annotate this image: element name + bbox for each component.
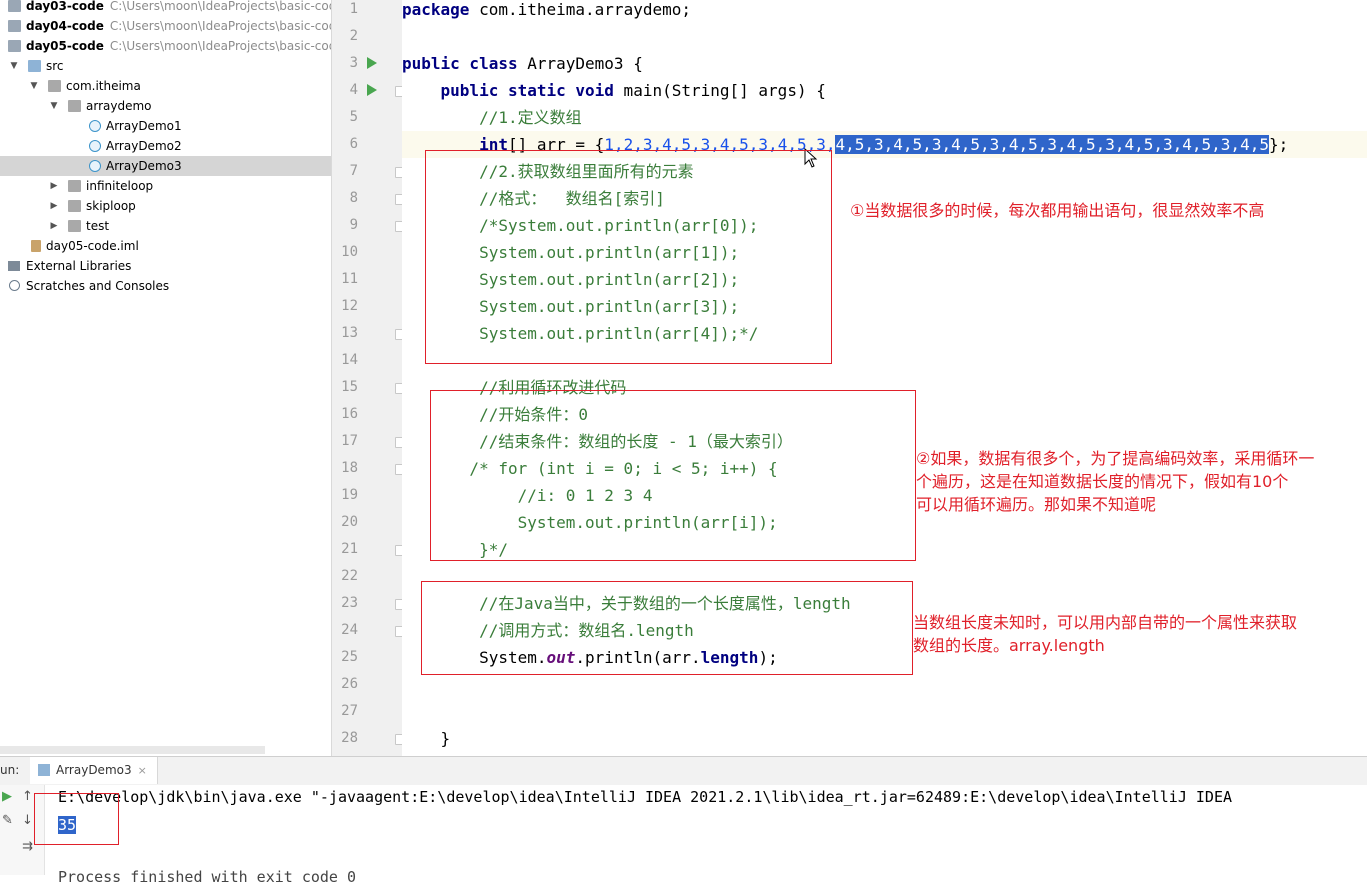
line-number: 24	[341, 622, 358, 638]
line-number: 12	[341, 298, 358, 314]
line-number: 7	[349, 163, 358, 179]
line-number: 4	[349, 82, 358, 98]
file-icon	[31, 240, 41, 252]
package-icon	[68, 100, 81, 112]
line-number: 17	[341, 433, 358, 449]
folder-icon	[28, 60, 41, 72]
line-number: 8	[349, 190, 358, 206]
code-line-1: package com.itheima.arraydemo;	[402, 0, 691, 19]
chevron-right-icon[interactable]: ▶	[48, 176, 60, 196]
line-number: 18	[341, 460, 358, 476]
scratch-icon	[9, 280, 20, 291]
run-class-icon[interactable]	[367, 57, 377, 69]
class-icon	[89, 140, 101, 152]
rerun-icon[interactable]: ▶	[2, 789, 12, 804]
annotation-note-1: ①当数据很多的时候，每次都用输出语句，很显然效率不高	[850, 201, 1265, 220]
line-number: 6	[349, 136, 358, 152]
chevron-right-icon[interactable]: ▶	[48, 216, 60, 236]
class-icon	[89, 160, 101, 172]
chevron-down-icon[interactable]: ▼	[8, 56, 20, 76]
chevron-down-icon[interactable]: ▼	[48, 96, 60, 116]
annotation-note-2: ②如果，数据有很多个，为了提高编码效率，采用循环一 个遍历，这是在知道数据长度的…	[916, 449, 1315, 514]
close-icon[interactable]: ×	[138, 764, 147, 777]
code-line-4: public static void main(String[] args) {	[440, 81, 826, 100]
line-number: 9	[349, 217, 358, 233]
run-tool-window-header: un: ArrayDemo3 ×	[0, 756, 1367, 786]
annotation-box-1	[425, 150, 832, 364]
tree-item-arraydemo3[interactable]: ArrayDemo3	[0, 156, 331, 176]
line-number: 27	[341, 703, 358, 719]
module-icon	[8, 20, 21, 32]
run-main-icon[interactable]	[367, 84, 377, 96]
code-line-28: }	[402, 729, 451, 748]
line-number: 2	[349, 28, 358, 44]
module-icon	[8, 40, 21, 52]
panel-splitter[interactable]	[0, 746, 265, 754]
annotation-note-3: 当数组长度未知时，可以用内部自带的一个属性来获取 数组的长度。array.len…	[913, 613, 1298, 655]
line-number: 16	[341, 406, 358, 422]
line-number: 1	[349, 1, 358, 17]
line-number: 11	[341, 271, 358, 287]
line-number: 13	[341, 325, 358, 341]
line-number: 21	[341, 541, 358, 557]
package-icon	[68, 200, 81, 212]
code-line-3: public class ArrayDemo3 {	[402, 54, 643, 73]
run-label: un:	[0, 763, 20, 777]
module-icon	[8, 0, 21, 12]
annotation-box-2	[430, 390, 916, 561]
package-icon	[68, 180, 81, 192]
chevron-right-icon[interactable]: ▶	[48, 196, 60, 216]
arrow-up-icon[interactable]: ↑	[22, 789, 33, 804]
run-tab-arraydemo3[interactable]: ArrayDemo3 ×	[30, 757, 158, 784]
wrench-icon[interactable]: ✎	[2, 813, 13, 828]
chevron-down-icon[interactable]: ▼	[28, 76, 40, 96]
line-number: 15	[341, 379, 358, 395]
line-number: 19	[341, 487, 358, 503]
line-number: 14	[341, 352, 358, 368]
line-number: 23	[341, 595, 358, 611]
line-number: 20	[341, 514, 358, 530]
project-panel: day03-code C:\Users\moon\IdeaProjects\bas…	[0, 0, 331, 756]
code-editor[interactable]: package com.itheima.arraydemo; public cl…	[402, 0, 1367, 756]
line-number: 28	[341, 730, 358, 746]
editor-gutter: 1 2 3 4 5 6 7 8 9 10 11 12 13 14 15 16 1…	[331, 0, 406, 756]
soft-wrap-icon[interactable]: ⇉	[22, 839, 33, 854]
code-line-5: //1.定义数组	[402, 108, 582, 127]
annotation-box-3	[421, 581, 913, 675]
console-output[interactable]: ▶ ↑ ✎ ↓ ⇉ E:\develop\jdk\bin\java.exe "-…	[0, 785, 1367, 886]
selected-text: 4,5,3,4,5,3,4,5,3,4,5,3,4,5,3,4,5,3,4,5,…	[835, 135, 1269, 154]
package-icon	[48, 80, 61, 92]
line-number: 26	[341, 676, 358, 692]
package-icon	[68, 220, 81, 232]
library-icon	[8, 261, 20, 271]
line-number: 10	[341, 244, 358, 260]
console-exit-line: Process finished with exit code 0	[58, 868, 357, 886]
annotation-box-output	[34, 793, 119, 845]
line-number: 5	[349, 109, 358, 125]
class-icon	[38, 764, 50, 776]
class-icon	[89, 120, 101, 132]
console-command-line: E:\develop\jdk\bin\java.exe "-javaagent:…	[58, 788, 1232, 806]
line-number: 22	[341, 568, 358, 584]
line-number: 25	[341, 649, 358, 665]
line-number: 3	[349, 55, 358, 71]
arrow-down-icon[interactable]: ↓	[22, 813, 33, 828]
